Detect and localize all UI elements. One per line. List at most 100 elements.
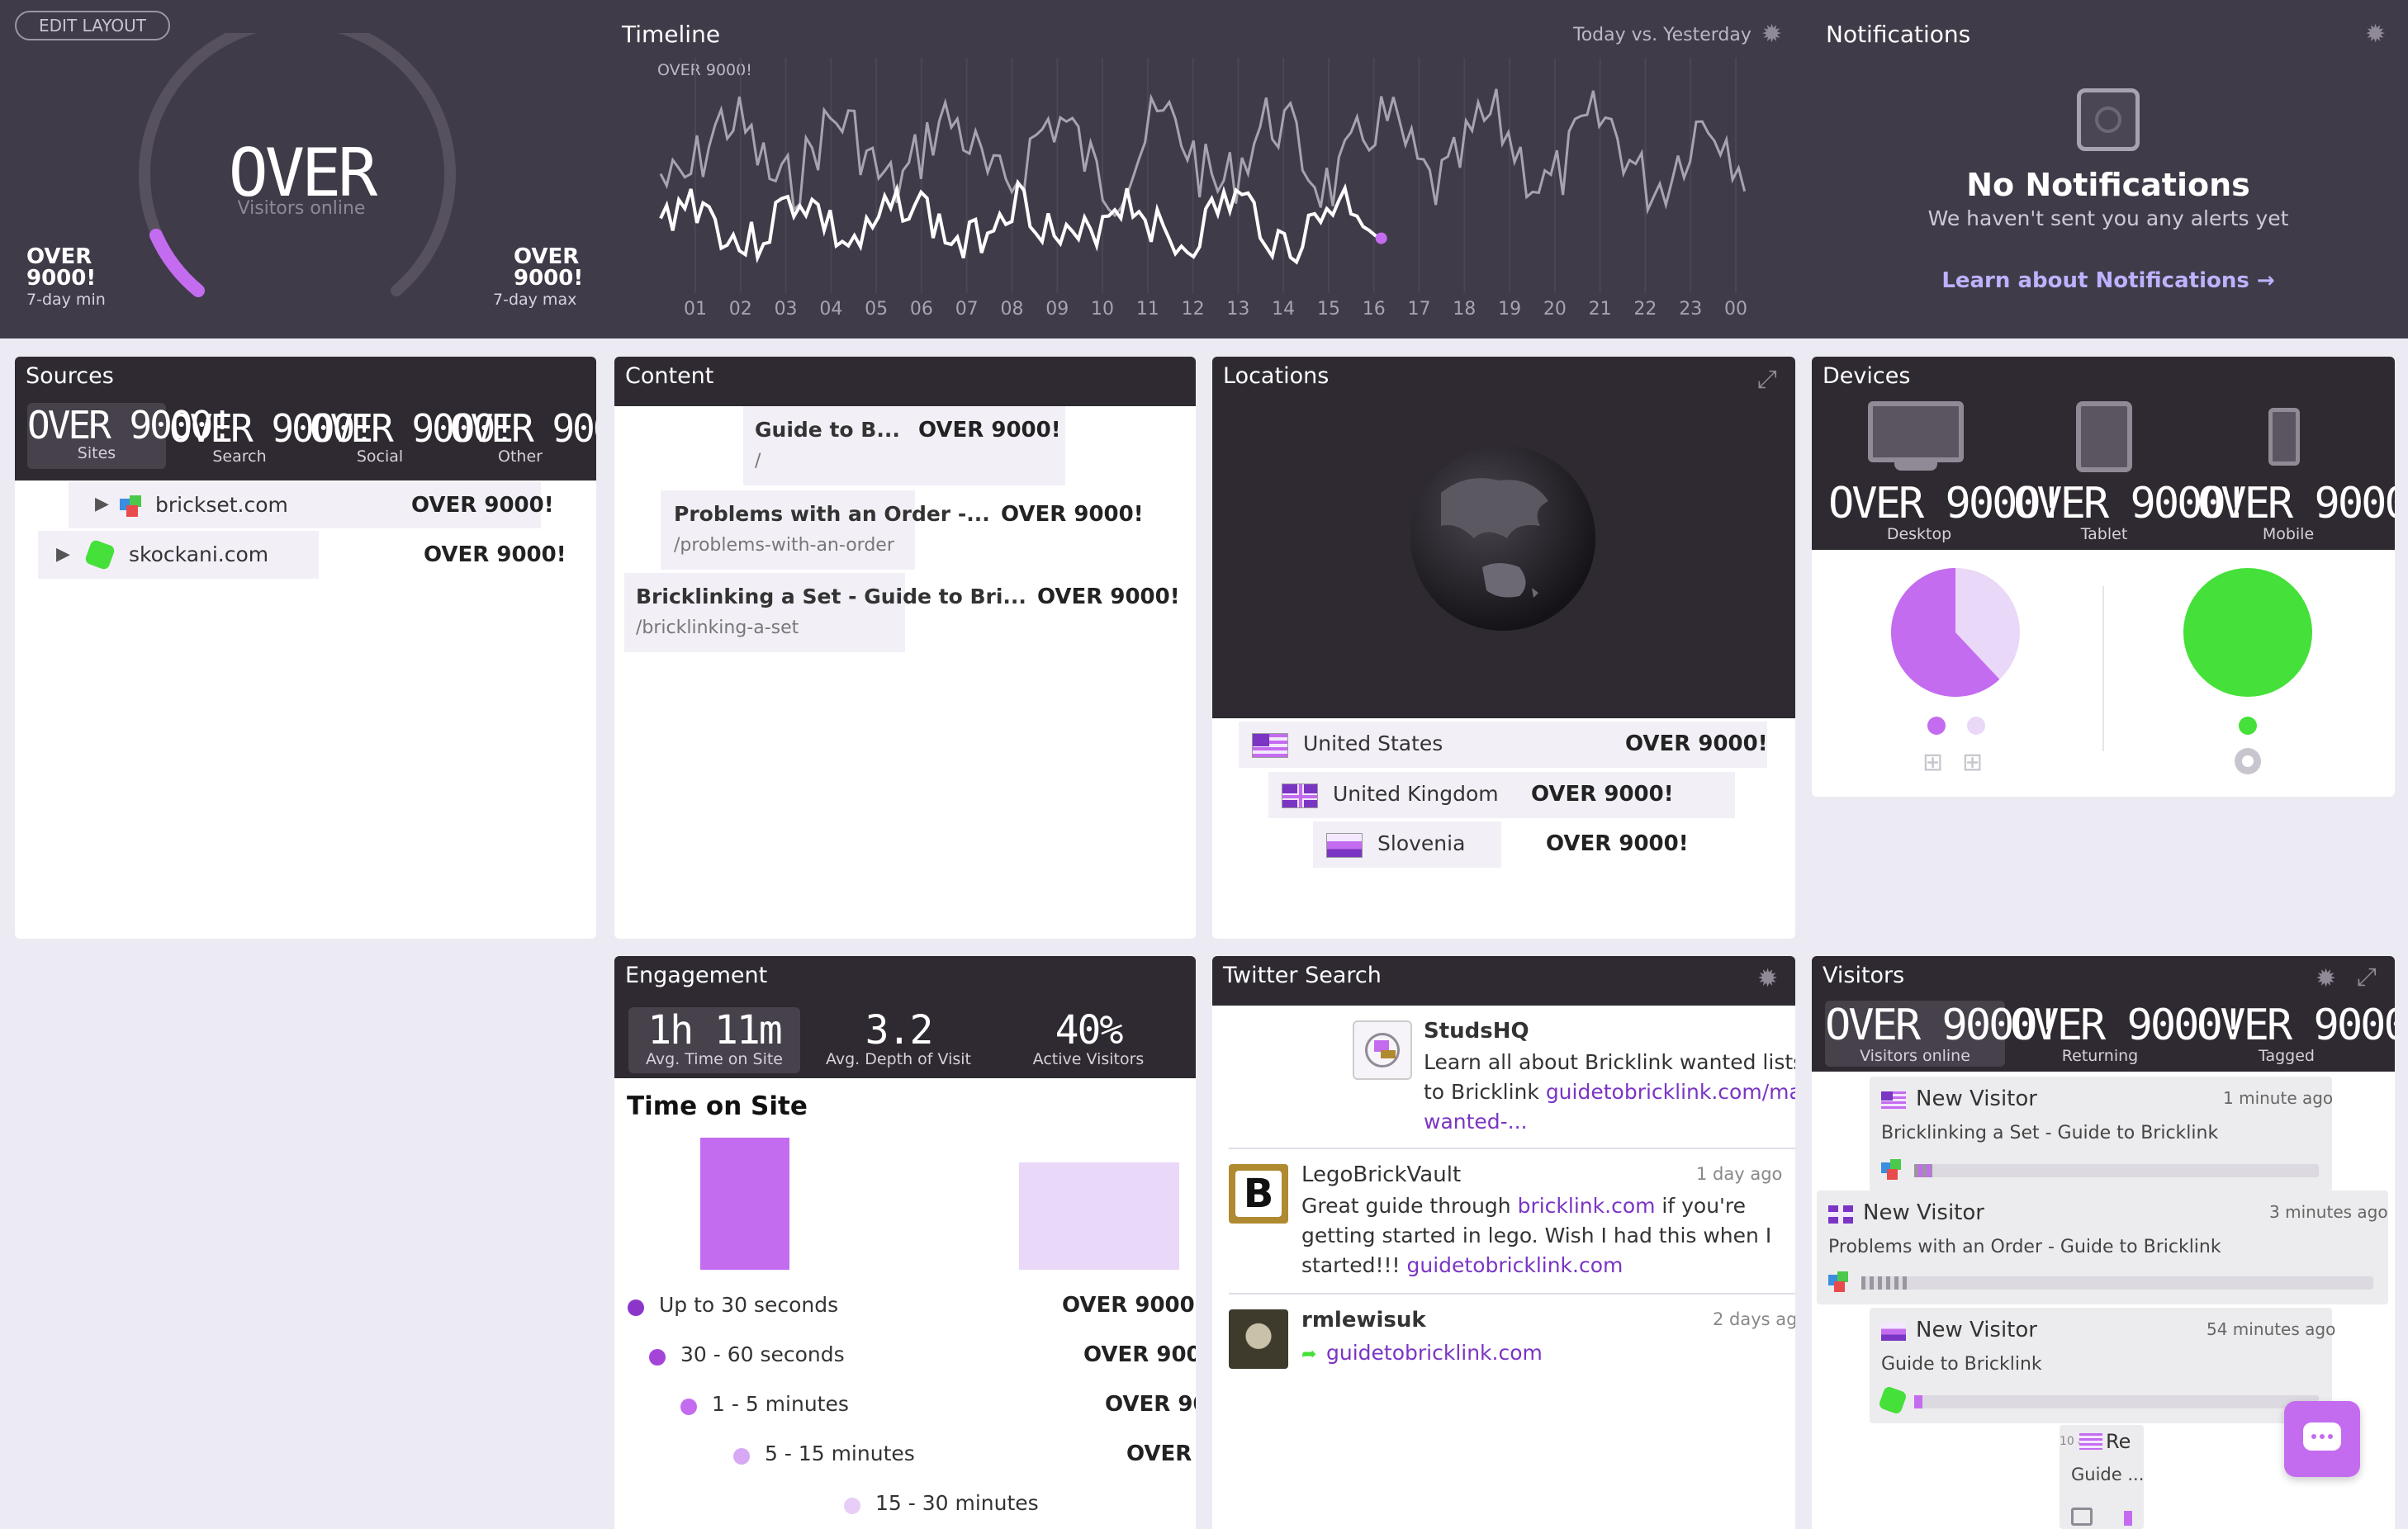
legend-value: OVER 9000! (1083, 1342, 1196, 1367)
expand-arrow-icon[interactable]: ▶ (56, 544, 70, 565)
sources-tab-sites[interactable]: OVER 9000! Sites (27, 403, 234, 469)
source-name[interactable]: brickset.com (155, 493, 288, 517)
content-page-title[interactable]: Guide to B... (755, 418, 900, 442)
visitor-card[interactable]: 10 ago Re Guide ... (2060, 1425, 2144, 1529)
chat-bubble-icon (2303, 1422, 2341, 1451)
visitors-tab-returning[interactable]: OVER 9000! Returning (2010, 1001, 2246, 1067)
visitor-card[interactable]: New Visitor 3 minutes ago Problems with … (1817, 1191, 2388, 1304)
content-page-value: OVER 9000! (1037, 585, 1180, 609)
legend-dot (1927, 717, 1946, 735)
locations-map[interactable]: Locations ⤢ (1212, 357, 1795, 718)
tweet-link[interactable]: guidetobricklink.com/ma (1546, 1080, 1795, 1104)
chat-button[interactable] (2284, 1401, 2360, 1477)
active-visitors-label: Active Visitors (1032, 1050, 1145, 1068)
time-on-site-bar[interactable] (700, 1138, 789, 1270)
avg-depth-label: Avg. Depth of Visit (825, 1050, 972, 1068)
visitors-gear-icon[interactable]: ✹ (2316, 964, 2336, 993)
chrome-icon (2235, 748, 2261, 774)
tweet: B LegoBrickVault 1 day ago Great guide t… (1229, 1153, 1795, 1285)
location-name[interactable]: Slovenia (1377, 831, 1465, 855)
visitor-card[interactable]: New Visitor 1 minute ago Bricklinking a … (1870, 1077, 2333, 1192)
location-row[interactable]: Slovenia (1313, 821, 1501, 868)
hour-tick-label: 03 (774, 299, 798, 320)
tweet-link-cont[interactable]: wanted-... (1424, 1110, 1528, 1133)
legend-label[interactable]: 5 - 15 minutes (765, 1441, 915, 1465)
location-name[interactable]: United States (1303, 731, 1443, 755)
content-page-title[interactable]: Problems with an Order -... (674, 502, 990, 526)
pie-slice[interactable] (2183, 568, 2312, 697)
visitors-tab-online[interactable]: OVER 9000! Visitors online (1825, 1001, 2061, 1067)
content-row[interactable]: Guide to B... / OVER 9000! (743, 406, 1065, 485)
skockani-favicon-icon (83, 538, 116, 571)
active-visitors-value: 40% (1055, 1007, 1124, 1053)
tweet-link[interactable]: bricklink.com (1518, 1194, 1656, 1218)
visitors-tab-tagged[interactable]: OVER 9000! Tagged (2197, 1001, 2395, 1067)
source-row[interactable]: ▶ skockani.com (38, 531, 319, 579)
devices-header: Devices OVER 9000! Desktop OVER 9000! Ta… (1812, 357, 2395, 550)
hour-tick-label: 08 (1000, 299, 1024, 320)
referrer-icon (1878, 1385, 1908, 1415)
expand-icon[interactable]: ⤢ (2357, 963, 2377, 992)
tweet-link[interactable]: guidetobricklink.com (1407, 1253, 1624, 1277)
content-page-value: OVER 9000! (1001, 502, 1144, 527)
tweet-text: if you're (1655, 1194, 1747, 1218)
devices-tab-desktop[interactable]: OVER 9000! Desktop (1828, 479, 2064, 545)
hour-tick-label: 11 (1135, 299, 1159, 320)
visitor-card[interactable]: New Visitor 54 minutes ago Guide to Bric… (1870, 1308, 2335, 1423)
legend-label[interactable]: Up to 30 seconds (659, 1293, 838, 1317)
hour-tick-label: 06 (909, 299, 933, 320)
engagement-tab-depth[interactable]: 3.2 Avg. Depth of Visit (813, 1007, 984, 1073)
tweet-user[interactable]: LegoBrickVault (1301, 1162, 1461, 1187)
engagement-tab-active[interactable]: 40% Active Visitors (1003, 1007, 1174, 1073)
source-row[interactable]: ▶ brickset.com OVER 9000! (69, 482, 554, 528)
devices-tab-tablet[interactable]: OVER 9000! Tablet (2013, 479, 2249, 545)
engagement-panel: Engagement 1h 11m Avg. Time on Site 3.2 … (614, 956, 1196, 1529)
expand-arrow-icon[interactable]: ▶ (95, 494, 109, 514)
learn-notifications-link[interactable]: Learn about Notifications → (1899, 268, 2317, 293)
max-label: 7-day max (493, 291, 577, 309)
twitter-gear-icon[interactable]: ✹ (1757, 964, 1778, 993)
tweet-user[interactable]: StudsHQ (1424, 1019, 1529, 1044)
tweet-link[interactable]: guidetobricklink.com (1326, 1341, 1543, 1365)
notifications-gear-icon[interactable]: ✹ (2365, 20, 2386, 49)
location-row[interactable]: United Kingdom OVER 9000! (1268, 772, 1735, 818)
timeline-gear-icon[interactable]: ✹ (1761, 20, 1782, 49)
globe-icon (1410, 446, 1595, 631)
content-row[interactable]: Problems with an Order -... /problems-wi… (661, 490, 990, 570)
engagement-tab-time[interactable]: 1h 11m Avg. Time on Site (628, 1007, 800, 1073)
source-value: OVER 9000! (424, 542, 566, 567)
tweet-time: 1 day ago (1696, 1164, 1783, 1184)
legend-label[interactable]: 1 - 5 minutes (712, 1392, 849, 1416)
visitor-page: Bricklinking a Set - Guide to Bricklink (1881, 1123, 2219, 1143)
legobrickvault-avatar[interactable]: B (1229, 1164, 1288, 1224)
location-value: OVER 9000! (1625, 731, 1768, 756)
source-name[interactable]: skockani.com (129, 542, 268, 566)
content-row[interactable]: Bricklinking a Set - Guide to Bri... /br… (624, 573, 1026, 652)
location-row[interactable]: United States OVER 9000! (1239, 722, 1768, 768)
tweet-user[interactable]: rmlewisuk (1301, 1308, 1426, 1333)
no-notifications-heading: No Notifications (1966, 167, 2250, 203)
legend-dot (733, 1448, 750, 1465)
devices-tab-mobile[interactable]: OVER 9000! Mobile (2197, 479, 2395, 545)
sources-tab-search[interactable]: OVER 9000! Search (169, 406, 376, 472)
visitor-time: 3 minutes ago (2269, 1202, 2388, 1222)
min-label: 7-day min (26, 291, 106, 309)
sources-tab-other[interactable]: OVER 9000! Other (450, 406, 596, 472)
legend-label[interactable]: 30 - 60 seconds (680, 1342, 845, 1366)
expand-icon[interactable]: ⤢ (1757, 365, 1777, 394)
legend-dot (2239, 717, 2257, 735)
content-page-title[interactable]: Bricklinking a Set - Guide to Bri... (636, 585, 1026, 608)
visitor-page: Problems with an Order - Guide to Brickl… (1828, 1237, 2221, 1257)
content-header: Content (614, 357, 1196, 406)
studshq-avatar[interactable] (1353, 1020, 1412, 1080)
sources-tab-social[interactable]: OVER 9000! Social (310, 406, 516, 472)
visitors-header: Visitors ✹ ⤢ OVER 9000! Visitors online … (1812, 956, 2395, 1072)
twitter-title: Twitter Search (1223, 963, 1382, 988)
location-name[interactable]: United Kingdom (1333, 782, 1499, 806)
legend-label[interactable]: 15 - 30 minutes (875, 1491, 1039, 1515)
browser-icon (2071, 1508, 2093, 1526)
rmlewisuk-avatar[interactable] (1229, 1309, 1288, 1369)
time-on-site-bar[interactable] (1019, 1162, 1179, 1270)
locations-panel: Locations ⤢ United States OVER 9000! Uni… (1212, 357, 1795, 939)
timeline-compare[interactable]: Today vs. Yesterday (1573, 25, 1751, 45)
